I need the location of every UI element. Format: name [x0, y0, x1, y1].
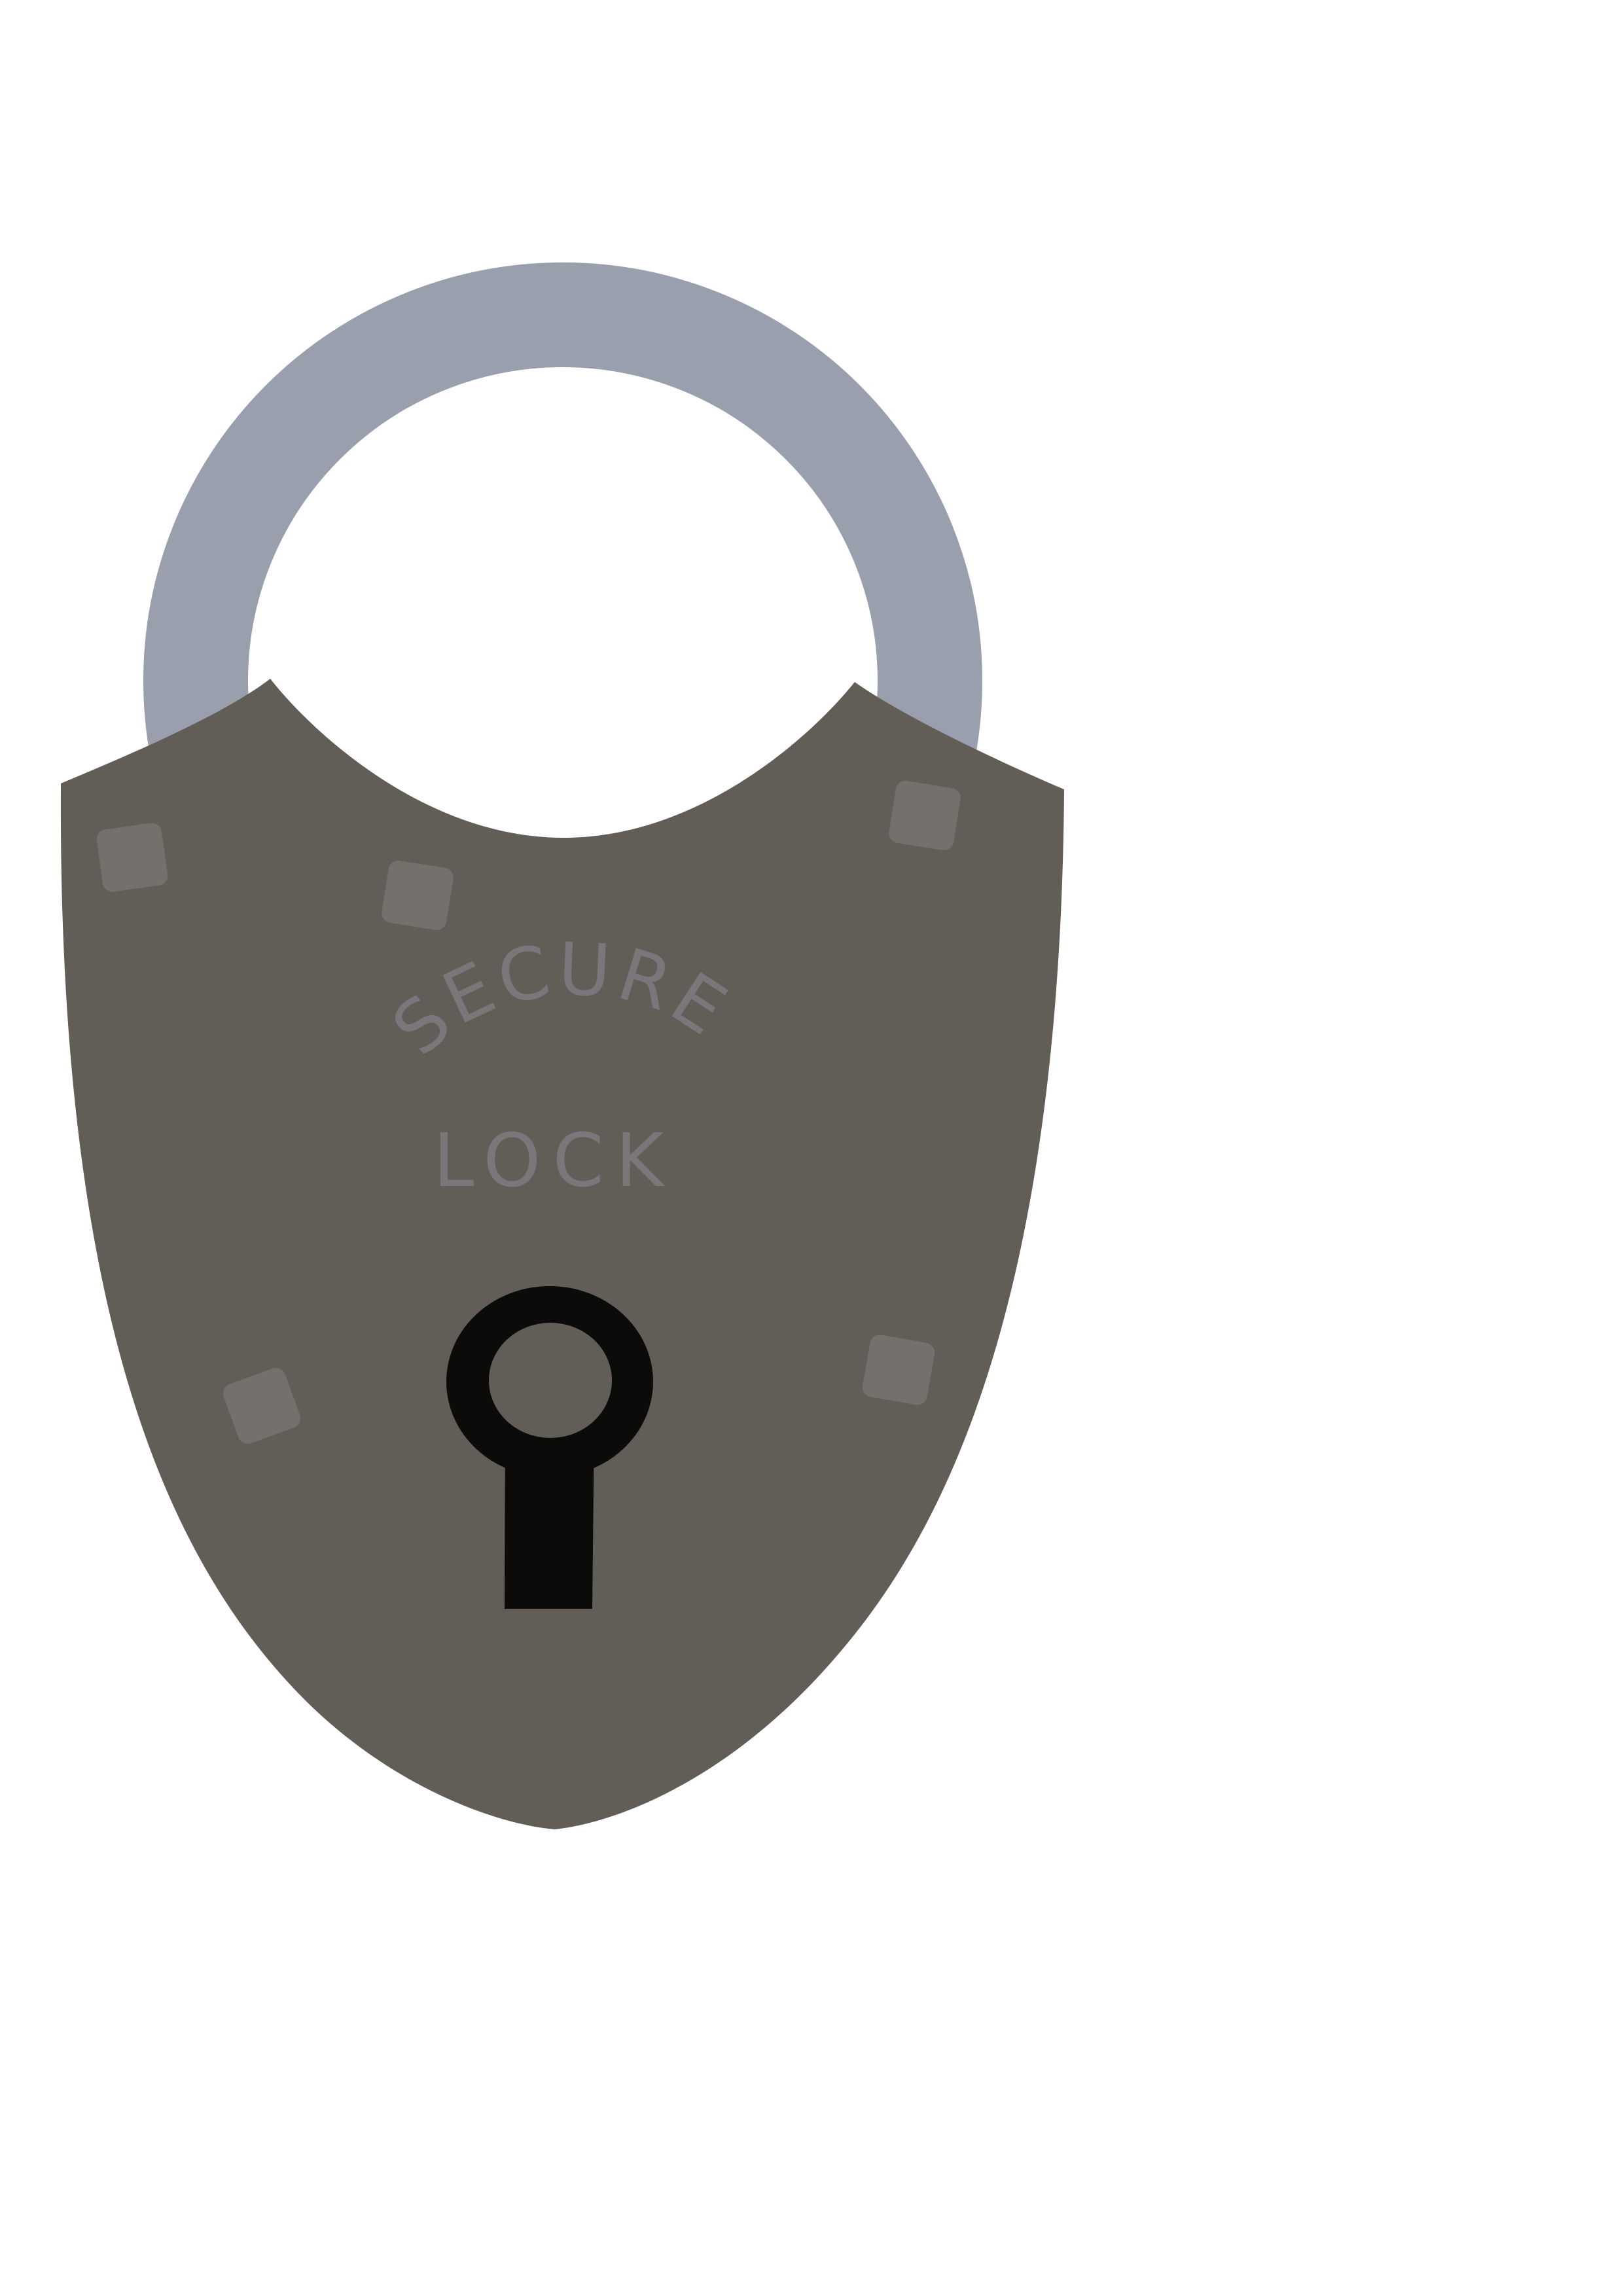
rivet	[889, 780, 961, 851]
padlock-illustration: SECURE LOCK	[0, 0, 1623, 2296]
rivet	[96, 823, 168, 892]
rivet	[382, 860, 454, 931]
rivet	[862, 1335, 935, 1405]
lock-label-text: LOCK	[433, 1119, 675, 1204]
keyhole-center	[489, 1323, 612, 1438]
